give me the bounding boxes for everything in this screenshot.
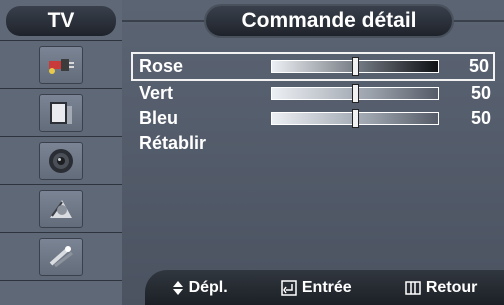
- bleu-slider[interactable]: [271, 109, 439, 128]
- menu-return-icon: [405, 280, 421, 295]
- sidebar-item-setup[interactable]: [0, 233, 122, 281]
- sidebar-icon-list: [0, 40, 122, 281]
- up-down-arrow-icon: [172, 280, 183, 295]
- menu-title: Commande détail: [206, 6, 452, 36]
- move-hint-label: Dépl.: [188, 278, 228, 296]
- return-hint: Retour: [405, 278, 478, 297]
- sidebar-item-picture[interactable]: [0, 89, 122, 137]
- menu-item-vert[interactable]: Vert 50: [131, 81, 495, 106]
- menu-item-bleu[interactable]: Bleu 50: [131, 106, 495, 131]
- menu-item-rose[interactable]: Rose 50: [131, 52, 495, 81]
- bottom-hint-bar: Dépl. Entrée Retour: [145, 270, 504, 305]
- picture-icon: [39, 93, 83, 132]
- menu-list: Rose 50 Vert 50 Bleu 50 Rétablir: [131, 52, 495, 156]
- menu-item-label: Rétablir: [139, 133, 207, 153]
- slider-thumb[interactable]: [351, 57, 359, 76]
- sidebar-item-input[interactable]: [0, 40, 122, 89]
- input-icon: [39, 45, 83, 84]
- menu-item-value: 50: [468, 56, 489, 76]
- vert-slider[interactable]: [271, 84, 439, 103]
- enter-hint-label: Entrée: [301, 278, 352, 296]
- menu-item-value: 50: [470, 108, 491, 128]
- slider-thumb[interactable]: [351, 84, 359, 103]
- menu-item-label: Rose: [139, 56, 184, 76]
- menu-item-label: Bleu: [139, 108, 179, 128]
- sound-icon: [39, 141, 83, 180]
- rose-slider[interactable]: [271, 57, 439, 76]
- sidebar-item-channel[interactable]: [0, 185, 122, 233]
- sidebar: TV: [0, 0, 122, 305]
- sidebar-item-sound[interactable]: [0, 137, 122, 185]
- menu-item-value: 50: [470, 83, 491, 103]
- enter-hint: Entrée: [281, 279, 352, 297]
- channel-icon: [39, 189, 83, 228]
- menu-item-label: Vert: [139, 83, 174, 103]
- tv-osd-screen: TV Commande détail Rose 50 Vert 50 Bleu …: [0, 0, 504, 305]
- sidebar-header: TV: [6, 6, 116, 36]
- setup-icon: [39, 237, 83, 276]
- enter-icon: [281, 279, 297, 296]
- slider-thumb[interactable]: [351, 109, 359, 128]
- return-hint-label: Retour: [425, 278, 478, 296]
- move-hint: Dépl.: [172, 279, 228, 297]
- menu-item-retablir[interactable]: Rétablir: [131, 131, 495, 156]
